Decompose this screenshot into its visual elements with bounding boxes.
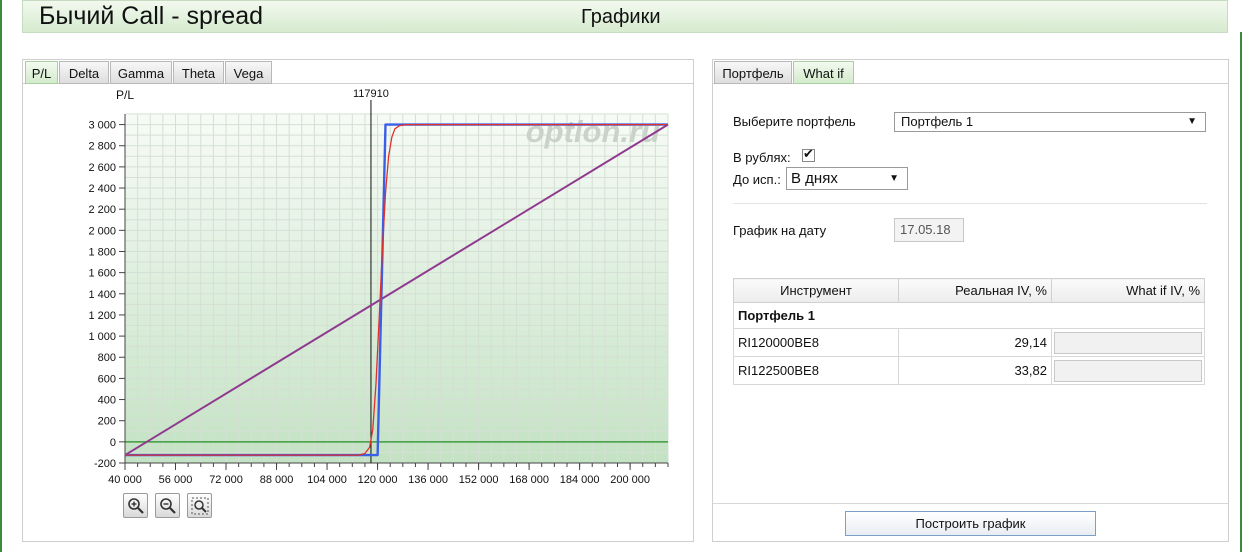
y-tick-label: 2 000 xyxy=(88,225,116,237)
x-tick-label: 120 000 xyxy=(358,474,398,484)
col-instrument: Инструмент xyxy=(733,278,899,303)
portfolio-select-value: Портфель 1 xyxy=(901,114,974,129)
plot-area xyxy=(125,114,668,463)
date-label: График на дату xyxy=(733,223,827,238)
rubles-checkbox[interactable]: ✔ xyxy=(802,146,815,162)
rubles-label: В рублях: xyxy=(733,150,791,165)
table-group-row: Портфель 1 xyxy=(733,302,1205,329)
x-tick-label: 72 000 xyxy=(209,474,243,484)
y-tick-label: 400 xyxy=(98,395,116,407)
real-iv-cell: 29,14 xyxy=(898,328,1052,357)
tab-gamma[interactable]: Gamma xyxy=(110,61,172,84)
x-tick-label: 88 000 xyxy=(260,474,294,484)
y-tick-label: -200 xyxy=(94,458,116,470)
watermark: option.ru xyxy=(526,114,660,149)
col-real-iv: Реальная IV, % xyxy=(898,278,1052,303)
group-label: Портфель 1 xyxy=(733,302,1205,329)
y-tick-label: 1 200 xyxy=(88,310,116,322)
x-tick-label: 136 000 xyxy=(408,474,448,484)
chevron-down-icon: ▼ xyxy=(889,173,899,184)
portfolio-label: Выберите портфель xyxy=(733,114,856,129)
right-tabbar: Портфель What if xyxy=(713,60,1228,84)
y-axis-label: P/L xyxy=(116,88,134,102)
y-tick-label: 2 400 xyxy=(88,183,116,195)
chart-panel: P/L Delta Gamma Theta Vega -200 0 200 400 60… xyxy=(22,59,694,542)
expiry-label: До исп.: xyxy=(733,172,781,187)
zoom-fit-icon xyxy=(191,497,209,515)
x-tick-label: 184 000 xyxy=(560,474,600,484)
checkmark-icon: ✔ xyxy=(803,146,814,161)
app-title: Бычий Call - spread xyxy=(39,2,263,30)
page-title: Графики xyxy=(581,6,661,28)
whatif-panel: Портфель What if Выберите портфель Портф… xyxy=(712,59,1229,542)
left-edge-rule xyxy=(0,0,2,552)
iv-table: Инструмент Реальная IV, % What if IV, % … xyxy=(733,278,1205,385)
divider xyxy=(733,203,1207,204)
zoom-out-button[interactable] xyxy=(155,493,180,518)
tab-portfolio[interactable]: Портфель xyxy=(714,61,792,84)
zoom-fit-button[interactable] xyxy=(187,493,212,518)
page-header: Бычий Call - spread Графики xyxy=(22,0,1228,33)
y-tick-label: 200 xyxy=(98,416,116,428)
y-tick-label: 1 600 xyxy=(88,268,116,280)
x-tick-label: 104 000 xyxy=(307,474,347,484)
x-tick-label: 152 000 xyxy=(459,474,499,484)
y-tick-label: 2 800 xyxy=(88,141,116,153)
x-tick-label: 56 000 xyxy=(159,474,193,484)
tab-delta[interactable]: Delta xyxy=(59,61,109,84)
chevron-down-icon: ▼ xyxy=(1187,116,1197,127)
table-row: RI122500BE8 33,82 xyxy=(733,356,1205,385)
zoom-out-icon xyxy=(160,498,176,514)
chart-tabbar: P/L Delta Gamma Theta Vega xyxy=(23,60,693,84)
y-tick-label: 600 xyxy=(98,373,116,385)
col-whatif-iv: What if IV, % xyxy=(1051,278,1205,303)
tab-whatif[interactable]: What if xyxy=(793,61,854,84)
zoom-in-icon xyxy=(128,498,144,514)
zoom-in-button[interactable] xyxy=(123,493,148,518)
build-chart-button[interactable]: Построить график xyxy=(845,511,1096,536)
whatif-iv-cell xyxy=(1051,356,1205,385)
table-header: Инструмент Реальная IV, % What if IV, % xyxy=(733,278,1205,303)
whatif-iv-input[interactable] xyxy=(1054,331,1202,354)
tab-pl[interactable]: P/L xyxy=(25,61,58,84)
x-tick-label: 200 000 xyxy=(610,474,650,484)
portfolio-select[interactable]: Портфель 1 ▼ xyxy=(894,112,1206,132)
instrument-cell: RI120000BE8 xyxy=(733,328,899,357)
footer-divider xyxy=(713,503,1228,504)
marker-label: 117910 xyxy=(353,88,389,100)
instrument-cell: RI122500BE8 xyxy=(733,356,899,385)
y-tick-label: 1 800 xyxy=(88,246,116,258)
y-tick-label: 2 200 xyxy=(88,204,116,216)
y-tick-label: 800 xyxy=(98,352,116,364)
whatif-iv-input[interactable] xyxy=(1054,359,1202,382)
table-row: RI120000BE8 29,14 xyxy=(733,328,1205,357)
y-tick-label: 2 600 xyxy=(88,162,116,174)
date-field[interactable]: 17.05.18 xyxy=(894,218,964,242)
tab-theta[interactable]: Theta xyxy=(173,61,224,84)
expiry-select-value: В днях xyxy=(791,170,838,187)
right-edge-rule xyxy=(1240,32,1242,552)
y-tick-label: 1 000 xyxy=(88,331,116,343)
y-tick-label: 1 400 xyxy=(88,289,116,301)
y-tick-label: 3 000 xyxy=(88,120,116,132)
x-tick-label: 168 000 xyxy=(509,474,549,484)
expiry-select[interactable]: В днях ▼ xyxy=(786,167,908,190)
tab-vega[interactable]: Vega xyxy=(225,61,272,84)
whatif-iv-cell xyxy=(1051,328,1205,357)
x-tick-label: 40 000 xyxy=(108,474,142,484)
pl-chart[interactable]: -200 0 200 400 600 800 1 000 1 200 1 400 1 600 1 8… xyxy=(23,84,693,484)
real-iv-cell: 33,82 xyxy=(898,356,1052,385)
y-tick-label: 0 xyxy=(110,437,116,449)
